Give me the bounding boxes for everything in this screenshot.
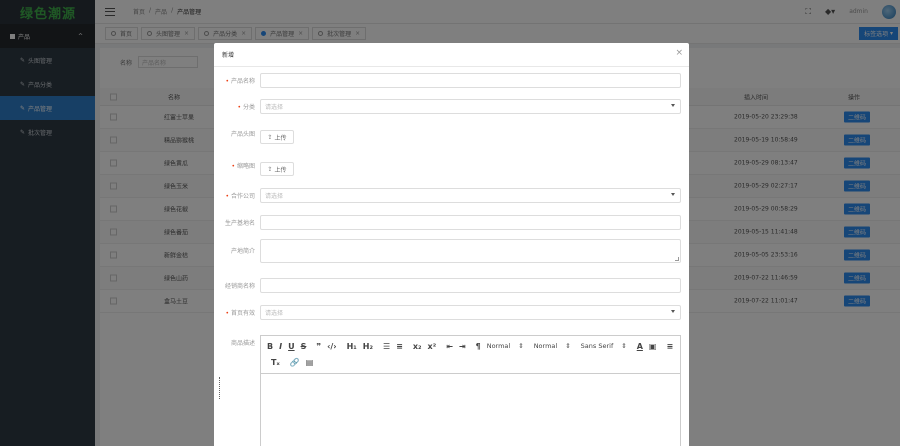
- size-select[interactable]: Normal ⇕: [534, 342, 571, 350]
- close-icon[interactable]: ×: [675, 48, 683, 58]
- text-color-icon[interactable]: A: [637, 342, 643, 351]
- field-label: • 缩略图: [231, 163, 255, 170]
- clear-format-icon[interactable]: Tₓ: [271, 358, 280, 367]
- upload-icon: ⇪: [267, 165, 273, 173]
- resize-grip-icon[interactable]: [675, 256, 679, 261]
- link-icon[interactable]: 🔗: [290, 358, 300, 367]
- product-name-input[interactable]: [260, 73, 681, 88]
- bullet-list-icon[interactable]: ≡: [396, 342, 403, 351]
- intro-textarea[interactable]: [260, 238, 681, 263]
- subscript-icon[interactable]: x₂: [413, 342, 422, 351]
- field-label: 生产基地名: [224, 220, 255, 227]
- chevron-updown-icon: ⇕: [621, 342, 627, 351]
- origin-input[interactable]: [260, 215, 681, 230]
- ordered-list-icon[interactable]: ☰: [383, 342, 390, 351]
- modal-title: 新增: [222, 52, 235, 59]
- indent-icon[interactable]: ⇥: [459, 342, 466, 351]
- company-select[interactable]: 请选择: [260, 188, 681, 203]
- field-label: • 产品名称: [225, 78, 255, 85]
- bold-icon[interactable]: B: [267, 342, 273, 351]
- font-select[interactable]: Sans Serif ⇕: [581, 342, 627, 350]
- align-icon[interactable]: ≡: [666, 342, 673, 351]
- background-color-icon[interactable]: ▣: [649, 342, 657, 351]
- rich-text-editor: B I U S ❞ ‹/› H₁ H₂ ☰ ≡ x₂ x² ⇤ ⇥ ¶ Norm…: [260, 335, 681, 446]
- field-label: 经销商名称: [224, 283, 255, 290]
- text-direction-icon[interactable]: ¶: [476, 342, 481, 351]
- outdent-icon[interactable]: ⇤: [446, 342, 453, 351]
- add-product-modal: 新增 × • 产品名称 • 分类 请选择 产品头图 ⇪ 上传 • 缩略图 ⇪ 上传 • 合作公司请…: [214, 43, 689, 446]
- chevron-down-icon: [671, 193, 675, 196]
- heading-select[interactable]: Normal ⇕: [487, 342, 524, 350]
- head-image-upload-button[interactable]: ⇪ 上传: [260, 130, 294, 144]
- superscript-icon[interactable]: x²: [428, 342, 437, 351]
- underline-icon[interactable]: U: [288, 342, 295, 351]
- chevron-updown-icon: ⇕: [518, 342, 524, 351]
- strike-icon[interactable]: S: [301, 342, 307, 351]
- code-icon[interactable]: ‹/›: [327, 342, 337, 351]
- field-label: • 合作公司: [225, 193, 255, 200]
- image-icon[interactable]: ▤: [306, 358, 314, 367]
- chevron-down-icon: [671, 310, 675, 313]
- category-select[interactable]: 请选择: [260, 99, 681, 114]
- italic-icon[interactable]: I: [279, 342, 282, 351]
- field-label: 商品描述: [230, 340, 255, 347]
- resize-handle-icon[interactable]: [219, 377, 220, 399]
- chevron-down-icon: [671, 104, 675, 107]
- chevron-updown-icon: ⇕: [565, 342, 571, 351]
- upload-icon: ⇪: [267, 133, 273, 141]
- thumb-upload-button[interactable]: ⇪ 上传: [260, 162, 294, 176]
- editor-toolbar: B I U S ❞ ‹/› H₁ H₂ ☰ ≡ x₂ x² ⇤ ⇥ ¶ Norm…: [261, 336, 680, 374]
- home-show-select[interactable]: 请选择: [260, 305, 681, 320]
- field-label: • 分类: [237, 104, 255, 111]
- merchant-input[interactable]: [260, 278, 681, 293]
- header-1-icon[interactable]: H₁: [347, 342, 357, 351]
- header-2-icon[interactable]: H₂: [363, 342, 373, 351]
- field-label: 产地简介: [230, 248, 255, 255]
- blockquote-icon[interactable]: ❞: [316, 342, 321, 351]
- field-label: 产品头图: [230, 131, 255, 138]
- field-label: • 首页有效: [225, 310, 255, 317]
